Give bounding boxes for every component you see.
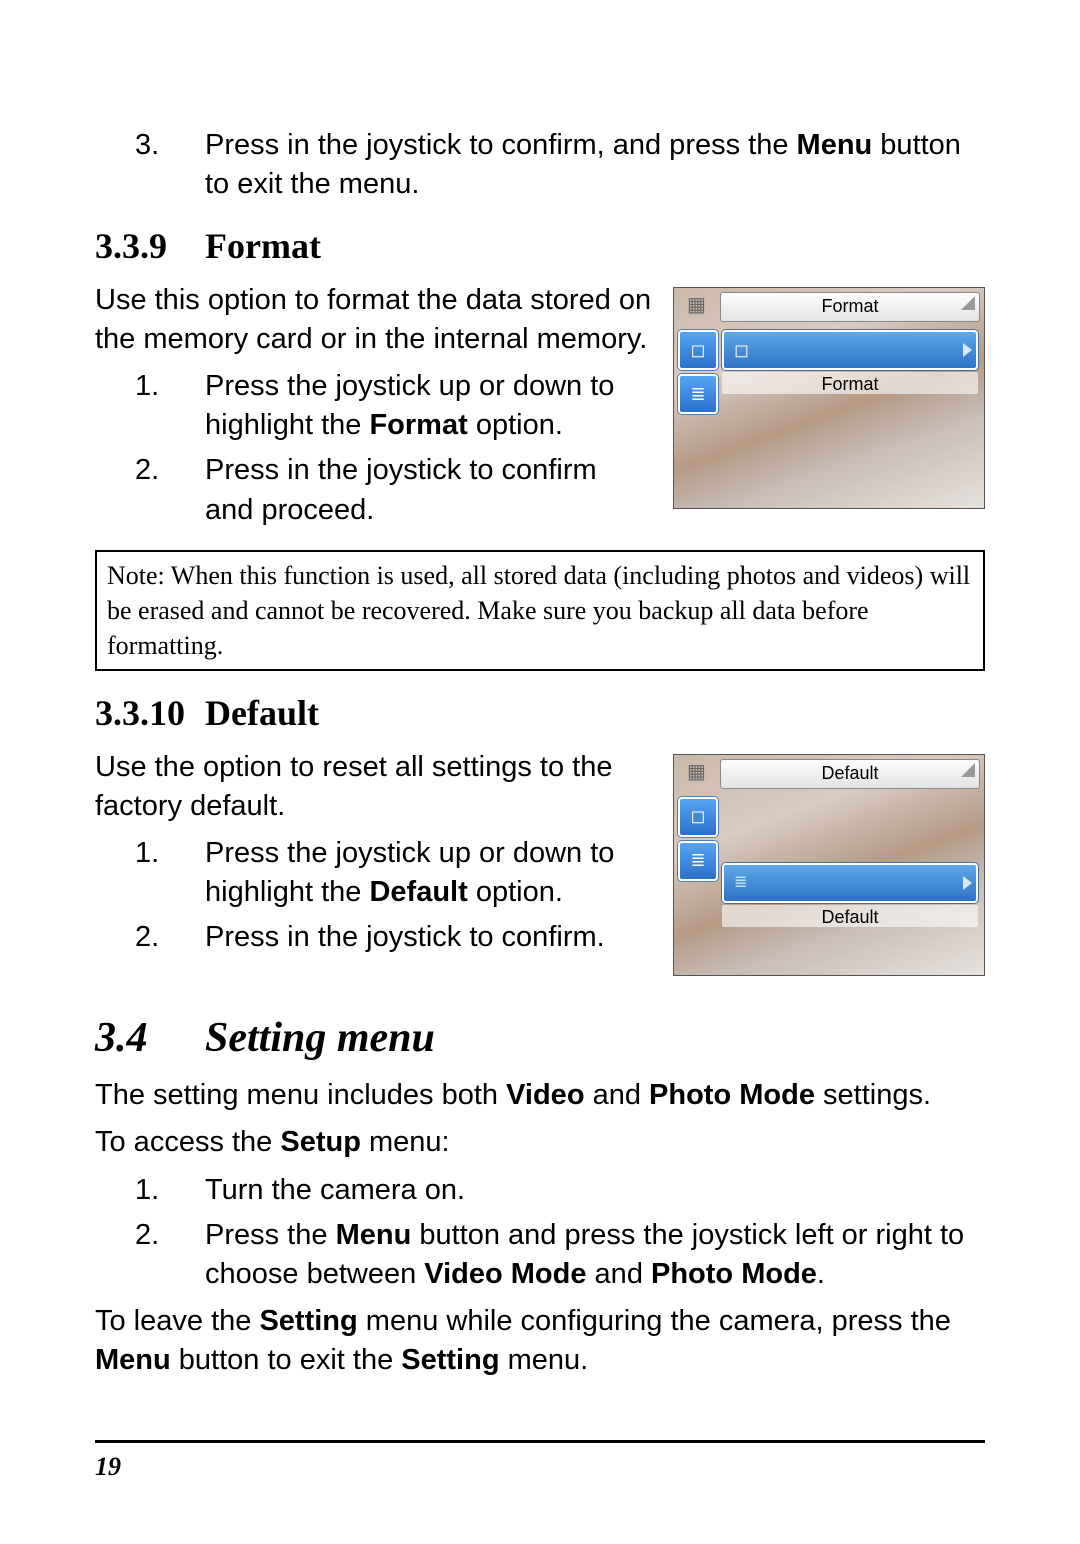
step-number: 2. [135, 451, 205, 529]
step-number: 1. [135, 1171, 205, 1210]
grid-icon [678, 292, 714, 320]
page-number: 19 [95, 1449, 985, 1484]
grid-icon [678, 759, 714, 787]
step-text: Press in the joystick to confirm. [205, 918, 653, 957]
tab-icon [678, 330, 718, 370]
heading-default: 3.3.10Default [95, 689, 985, 738]
tab-icon [678, 797, 718, 837]
heading-setting-menu: 3.4Setting menu [95, 1010, 985, 1067]
folder-icon [734, 338, 749, 363]
list-icon [734, 872, 753, 894]
step-item: 2. Press the Menu button and press the j… [135, 1216, 985, 1294]
paragraph: To access the Setup menu: [95, 1123, 985, 1162]
menu-label: Format [722, 372, 978, 394]
step-item: 2. Press in the joystick to confirm and … [135, 451, 653, 529]
step-number: 3. [135, 126, 205, 204]
step-item: 3. Press in the joystick to confirm, and… [135, 126, 985, 204]
step-text: Press in the joystick to confirm and pro… [205, 451, 653, 529]
step-item: 2. Press in the joystick to confirm. [135, 918, 653, 957]
step-number: 1. [135, 367, 205, 445]
camera-ui: Format Format [673, 287, 985, 509]
menu-row [722, 863, 978, 903]
step-number: 2. [135, 1216, 205, 1294]
step-text: Press in the joystick to confirm, and pr… [205, 126, 985, 204]
camera-title: Format [720, 292, 980, 322]
camera-title: Default [720, 759, 980, 789]
step-text: Press the Menu button and press the joys… [205, 1216, 985, 1294]
step-item: 1. Press the joystick up or down to high… [135, 367, 653, 445]
heading-format: 3.3.9Format [95, 222, 985, 271]
paragraph: The setting menu includes both Video and… [95, 1076, 985, 1115]
tab-icon [678, 841, 718, 881]
screenshot-default: Default Default [673, 754, 985, 976]
menu-row [722, 330, 978, 370]
manual-page: 3. Press in the joystick to confirm, and… [0, 0, 1080, 1544]
step-number: 2. [135, 918, 205, 957]
step-item: 1. Press the joystick up or down to high… [135, 834, 653, 912]
step-item: 1. Turn the camera on. [135, 1171, 985, 1210]
menu-label: Default [722, 905, 978, 927]
step-text: Press the joystick up or down to highlig… [205, 367, 653, 445]
step-number: 1. [135, 834, 205, 912]
screenshot-format: Format Format [673, 287, 985, 509]
camera-ui: Default Default [673, 754, 985, 976]
tab-icon [678, 374, 718, 414]
step-text: Turn the camera on. [205, 1171, 985, 1210]
step-text: Press the joystick up or down to highlig… [205, 834, 653, 912]
note-box: Note: When this function is used, all st… [95, 550, 985, 671]
footer-rule [95, 1440, 985, 1443]
paragraph: To leave the Setting menu while configur… [95, 1302, 985, 1380]
